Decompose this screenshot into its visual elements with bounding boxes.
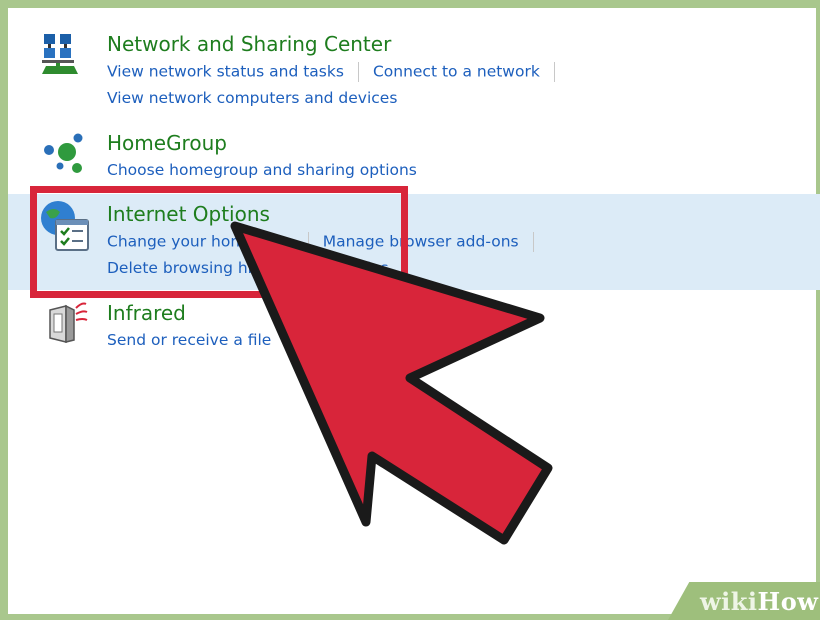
wikihow-watermark: wikiHow (700, 587, 818, 616)
watermark-wiki: wiki (700, 587, 758, 616)
pointer-arrow-icon (230, 221, 553, 545)
watermark-how: How (757, 587, 819, 616)
